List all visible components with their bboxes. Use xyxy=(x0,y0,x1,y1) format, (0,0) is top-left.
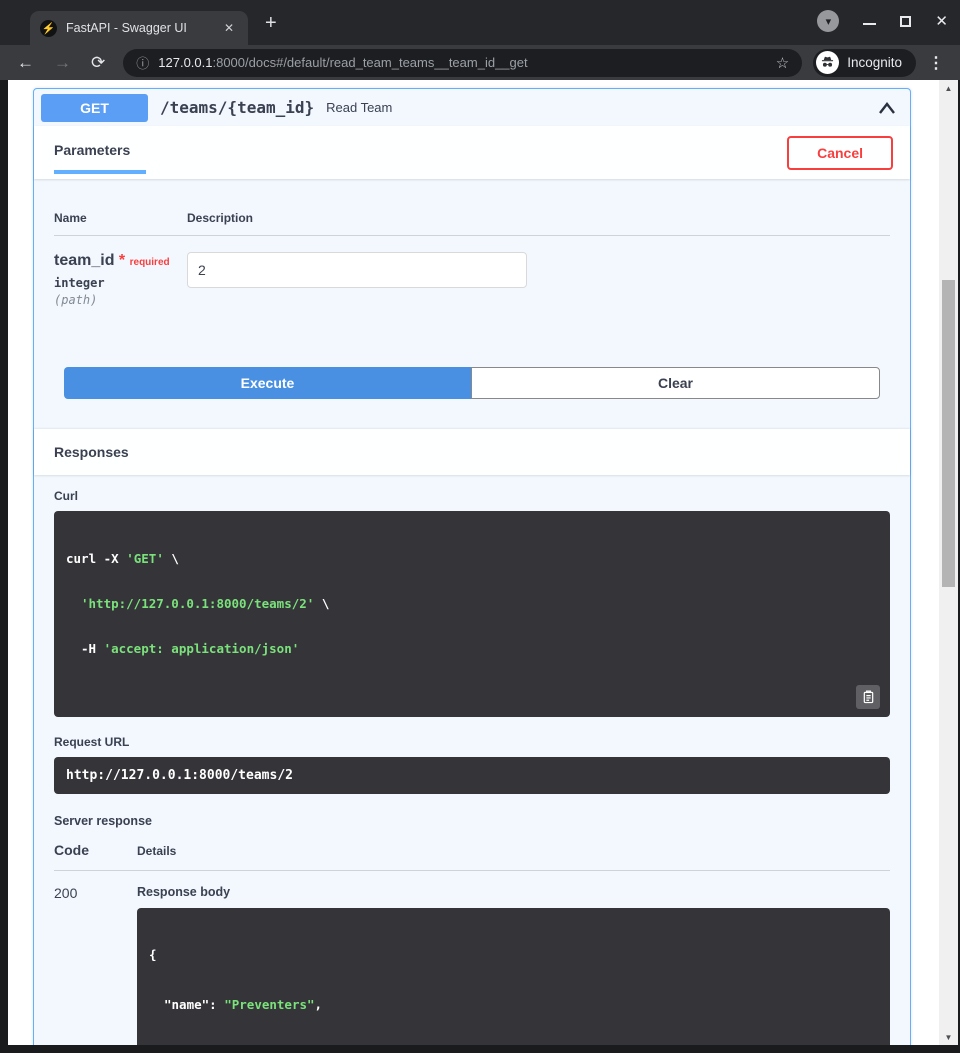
server-response-code-header: Code xyxy=(54,842,137,858)
browser-toolbar: ← → ⟳ ⓘ 127.0.0.1:8000/docs#/default/rea… xyxy=(0,45,960,80)
responses-section-header: Responses xyxy=(34,429,910,475)
request-url-value: http://127.0.0.1:8000/teams/2 xyxy=(54,757,890,794)
execute-button[interactable]: Execute xyxy=(64,367,471,399)
forward-icon[interactable]: → xyxy=(47,53,78,73)
parameter-location: (path) xyxy=(54,293,187,307)
endpoint-summary: Read Team xyxy=(326,100,392,115)
required-label: required xyxy=(130,257,170,268)
column-header-name: Name xyxy=(54,211,187,225)
server-response-label: Server response xyxy=(54,814,890,828)
scrollbar-thumb[interactable] xyxy=(942,280,955,587)
team-id-input[interactable] xyxy=(187,252,527,288)
parameter-name: team_id * required xyxy=(54,252,187,270)
curl-label: Curl xyxy=(54,489,890,503)
bookmark-star-icon[interactable]: ☆ xyxy=(776,54,789,72)
address-bar[interactable]: ⓘ 127.0.0.1:8000/docs#/default/read_team… xyxy=(123,49,802,77)
tab-title: FastAPI - Swagger UI xyxy=(66,21,211,35)
reload-icon[interactable]: ⟳ xyxy=(84,53,112,73)
responses-title: Responses xyxy=(54,444,129,460)
page-viewport: GET /teams/{team_id} Read Team Parameter… xyxy=(8,80,958,1045)
parameter-row-team-id: team_id * required integer (path) xyxy=(54,236,890,307)
tab-close-icon[interactable]: ✕ xyxy=(220,19,238,37)
column-header-description: Description xyxy=(187,211,890,225)
copy-curl-button[interactable] xyxy=(856,685,880,709)
cancel-button[interactable]: Cancel xyxy=(787,136,893,170)
scroll-down-icon[interactable]: ▼ xyxy=(939,1029,958,1045)
url-rest: :8000/docs#/default/read_team_teams__tea… xyxy=(212,55,527,70)
page-scrollbar[interactable]: ▲ ▼ xyxy=(939,80,958,1045)
new-tab-button[interactable]: + xyxy=(265,13,277,33)
response-body: { "name": "Preventers", "headquarters": … xyxy=(137,908,890,1045)
parameters-table: Name Description team_id * required inte… xyxy=(34,179,910,307)
url-text: 127.0.0.1:8000/docs#/default/read_team_t… xyxy=(158,55,766,70)
response-body-label: Response body xyxy=(137,885,890,899)
opblock-summary[interactable]: GET /teams/{team_id} Read Team xyxy=(34,89,910,126)
fastapi-favicon-icon: ⚡ xyxy=(40,20,57,37)
url-domain: 127.0.0.1 xyxy=(158,55,212,70)
browser-tab[interactable]: ⚡ FastAPI - Swagger UI ✕ xyxy=(30,11,248,45)
back-icon[interactable]: ← xyxy=(10,53,41,73)
clear-button[interactable]: Clear xyxy=(471,367,880,399)
parameters-section-header: Parameters Cancel xyxy=(34,126,910,179)
request-url-label: Request URL xyxy=(54,735,890,749)
server-response-row: 200 Response body { "name": "Preventers"… xyxy=(54,871,890,1045)
chevron-up-icon[interactable] xyxy=(876,100,898,116)
execute-wrapper: Execute Clear xyxy=(64,367,880,399)
required-asterisk: * xyxy=(119,252,125,269)
status-code: 200 xyxy=(54,885,137,1045)
method-badge: GET xyxy=(41,94,148,122)
maximize-icon[interactable] xyxy=(900,16,911,27)
incognito-icon xyxy=(816,51,839,74)
browser-titlebar: ⚡ FastAPI - Swagger UI ✕ + ▾ ✕ xyxy=(0,0,960,45)
curl-command: curl -X 'GET' \ 'http://127.0.0.1:8000/t… xyxy=(54,511,890,717)
opblock-get-read-team: GET /teams/{team_id} Read Team Parameter… xyxy=(33,88,911,1045)
incognito-badge: Incognito xyxy=(813,49,916,77)
minimize-icon[interactable] xyxy=(863,17,876,25)
scroll-up-icon[interactable]: ▲ xyxy=(939,80,958,96)
active-tab-underline xyxy=(54,170,146,174)
incognito-label: Incognito xyxy=(847,55,902,70)
browser-menu-icon[interactable]: ⋮ xyxy=(922,53,950,73)
browser-update-icon[interactable]: ▾ xyxy=(817,10,839,32)
window-close-icon[interactable]: ✕ xyxy=(935,14,948,29)
parameters-title: Parameters xyxy=(54,142,130,158)
server-response-details-header: Details xyxy=(137,844,890,858)
page-info-icon[interactable]: ⓘ xyxy=(136,53,149,72)
endpoint-path: /teams/{team_id} xyxy=(160,98,314,117)
parameter-type: integer xyxy=(54,276,187,290)
